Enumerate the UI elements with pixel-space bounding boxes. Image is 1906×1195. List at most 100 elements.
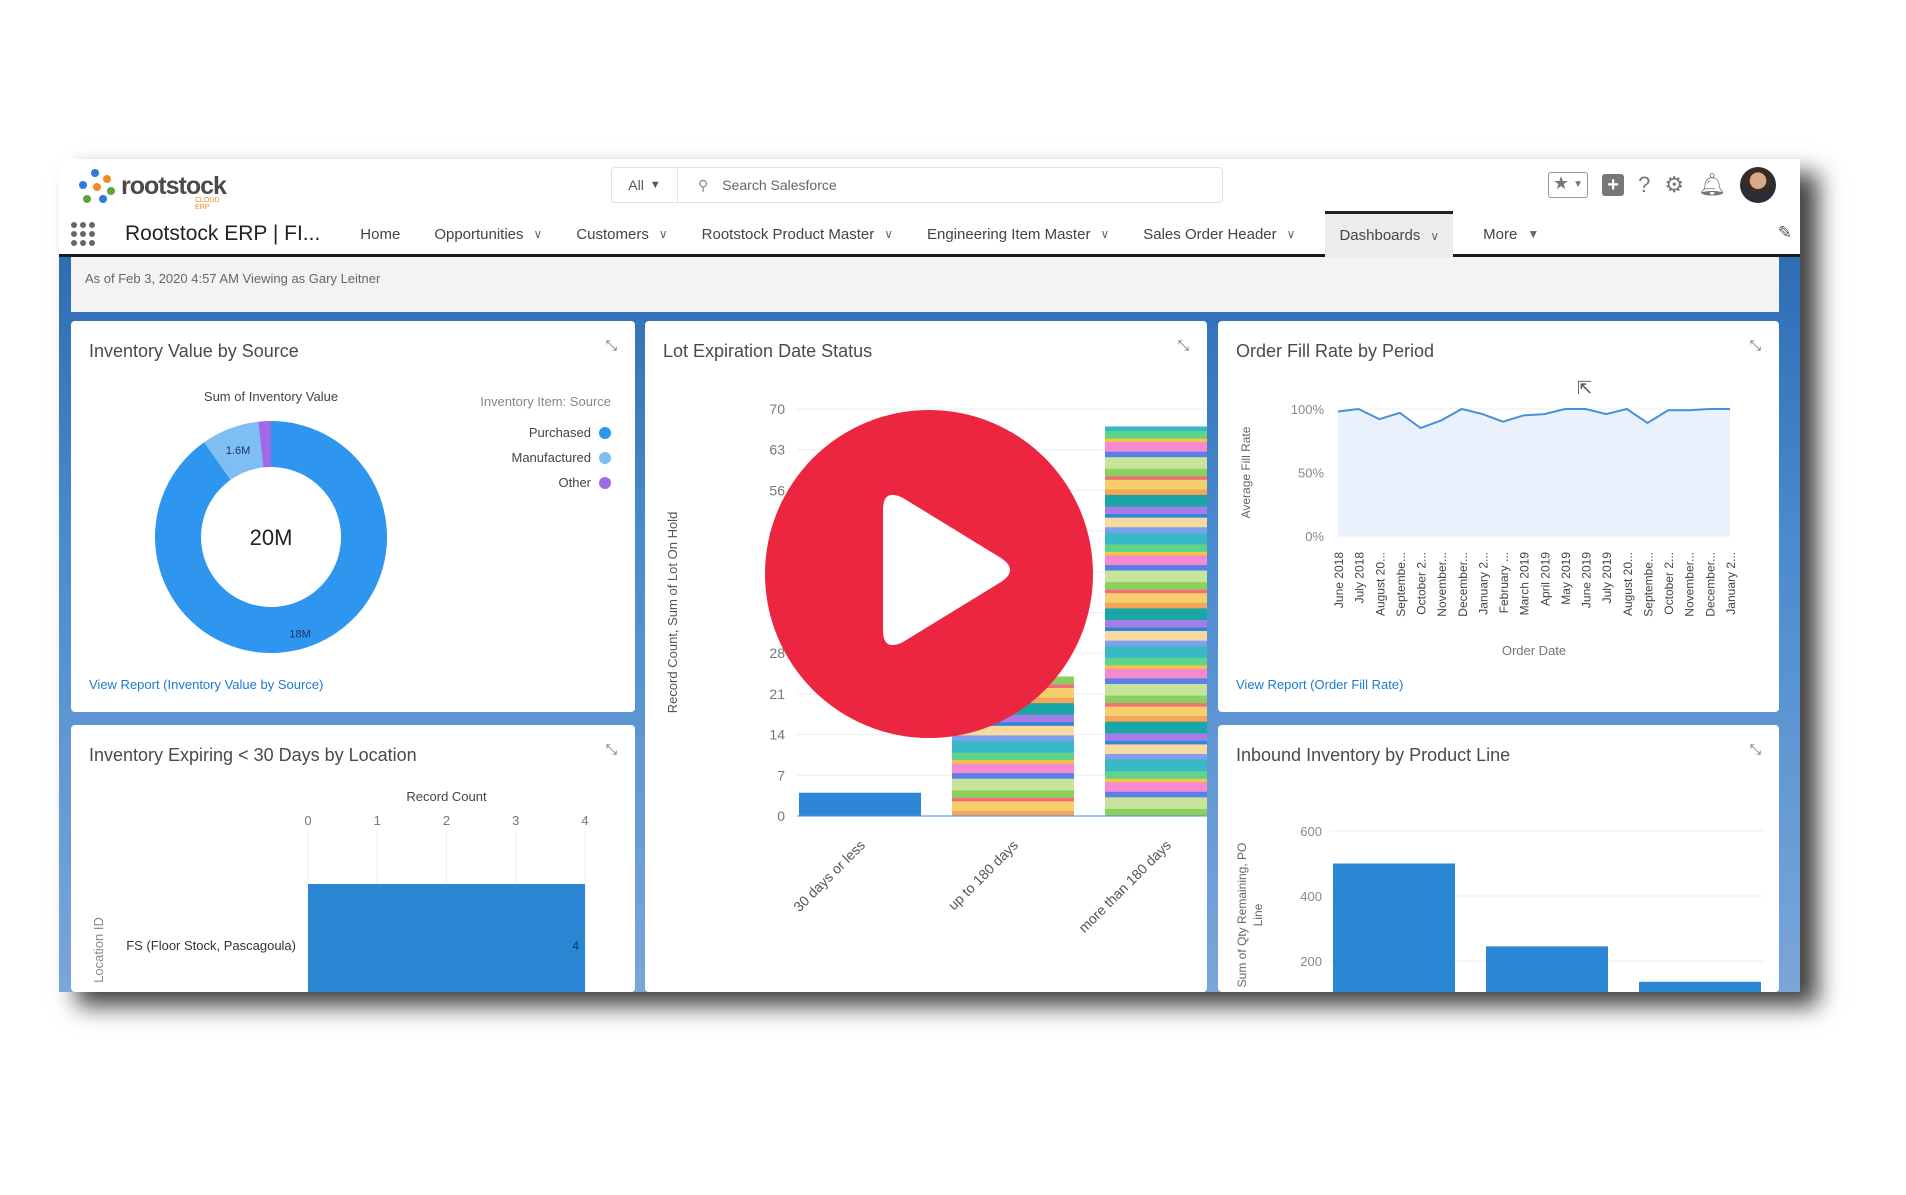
gear-icon[interactable]: ⚙ [1664, 172, 1684, 198]
bar-segment [1105, 695, 1207, 704]
legend-swatch [599, 452, 611, 464]
nav-item-dashboards[interactable]: Dashboards ∨ [1325, 211, 1454, 257]
bar-segment [1105, 564, 1207, 571]
bar-segment [799, 792, 921, 816]
card-expiring: Inventory Expiring < 30 Days by Location… [71, 725, 635, 992]
search-input[interactable]: Search Salesforce [722, 177, 836, 193]
bar [1639, 981, 1761, 992]
bar-segment [1105, 581, 1207, 590]
slice-data-label: 1.6M [226, 445, 250, 457]
bar-segment [1105, 475, 1207, 480]
bar-segment [952, 759, 1074, 764]
view-report-link[interactable]: View Report (Inventory Value by Source) [89, 677, 323, 692]
nav-item-customers[interactable]: Customers ∨ [572, 211, 671, 257]
app-launcher-icon[interactable] [71, 222, 97, 246]
x-tick-label: March 2019 [1518, 552, 1532, 616]
app-title: Rootstock ERP | FI... [125, 222, 321, 245]
bar-segment [1105, 494, 1207, 507]
legend-label: Manufactured [512, 450, 592, 465]
help-icon[interactable]: ? [1638, 172, 1650, 198]
bell-icon[interactable]: 🔔︎ [1698, 172, 1726, 198]
x-tick-label: July 2018 [1353, 552, 1367, 604]
bar-segment [952, 800, 1074, 811]
bar-segment [1105, 602, 1207, 609]
x-tick-label: up to 180 days [945, 837, 1021, 913]
nav-bar: Rootstock ERP | FI... Home Opportunities… [59, 211, 1800, 257]
donut-center-label: 20M [250, 525, 293, 550]
nav-label: Home [360, 225, 401, 243]
card-title: Lot Expiration Date Status [663, 341, 873, 361]
search-scope-dropdown[interactable]: All ▼ [612, 168, 678, 202]
card-title: Inventory Value by Source [89, 341, 299, 361]
bar-segment [1105, 715, 1207, 722]
bar-segment [1105, 668, 1207, 679]
bar-segment [952, 797, 1074, 802]
bar-segment [1105, 589, 1207, 594]
play-icon [883, 494, 1010, 646]
chevron-down-icon[interactable]: ∨ [659, 227, 668, 241]
x-tick-label: 1 [374, 813, 381, 828]
nav-item-home[interactable]: Home [356, 211, 404, 257]
bar-segment [952, 778, 1074, 791]
expand-icon[interactable]: ⤡ [606, 337, 617, 354]
nav-item-sales-order-header[interactable]: Sales Order Header ∨ [1139, 211, 1299, 257]
expand-icon[interactable]: ⤡ [1178, 337, 1189, 354]
chevron-down-icon[interactable]: ∨ [534, 227, 543, 241]
y-tick-label: 0 [777, 808, 785, 824]
chevron-down-icon[interactable]: ∨ [1287, 227, 1296, 241]
chevron-down-icon[interactable]: ∨ [1430, 229, 1439, 243]
chevron-down-icon[interactable]: ∨ [1100, 227, 1109, 241]
expand-icon[interactable]: ⤡ [606, 741, 617, 758]
rootstock-logo[interactable]: rootstock CLOUD ERP [77, 167, 227, 211]
bar-data-label: 4 [572, 939, 579, 953]
y-tick-label: 600 [1300, 824, 1322, 839]
bar-segment [1105, 743, 1207, 754]
nav-label: More [1483, 225, 1518, 243]
chevron-down-icon[interactable]: ∨ [884, 227, 893, 241]
view-report-link[interactable]: View Report (Order Fill Rate) [1236, 677, 1403, 692]
nav-item-rootstock-product-master[interactable]: Rootstock Product Master ∨ [698, 211, 897, 257]
bar-segment [952, 752, 1074, 761]
expand-icon[interactable]: ⤡ [1750, 337, 1761, 354]
bar [1486, 946, 1608, 992]
x-tick-label: 0 [304, 813, 311, 828]
expand-icon[interactable]: ⤡ [1750, 741, 1761, 758]
bar-segment [1105, 781, 1207, 792]
x-tick-label: October 2... [1662, 552, 1676, 615]
bar-segment [1105, 456, 1207, 469]
horizontal-bar-chart: Record Count 0 1 2 3 4 4 FS (Floor Stock, Pasca… [91, 789, 589, 992]
bar-segment [1105, 640, 1207, 647]
bar-segment [1105, 438, 1207, 443]
y-axis-label: Line [1251, 903, 1265, 926]
bar-segment [1105, 770, 1207, 779]
caret-down-icon[interactable]: ▼ [1527, 227, 1539, 241]
nav-item-engineering-item-master[interactable]: Engineering Item Master ∨ [923, 211, 1113, 257]
star-icon: ★ [1553, 173, 1570, 193]
x-tick-label: June 2019 [1580, 552, 1594, 608]
bar-segment [1105, 430, 1207, 439]
y-tick-label: 7 [777, 767, 785, 783]
bar-segment [952, 789, 1074, 798]
bar-segment [1105, 441, 1207, 452]
x-tick-label: Septembe... [1394, 552, 1408, 617]
global-search[interactable]: All ▼ ⚲ Search Salesforce [611, 167, 1223, 203]
card-inbound: Inbound Inventory by Product Line ⤡ 200 4… [1218, 725, 1779, 992]
y-axis-label: Sum of Qty Remaining, PO [1235, 843, 1249, 988]
bar-segment [952, 740, 1074, 753]
bar-segment [1105, 543, 1207, 552]
favorites-button[interactable]: ★ ▼ [1548, 172, 1589, 198]
bar-segment [1105, 702, 1207, 707]
add-icon[interactable]: + [1602, 174, 1625, 196]
nav-item-opportunities[interactable]: Opportunities ∨ [430, 211, 546, 257]
bar [1333, 863, 1455, 992]
video-play-button[interactable] [765, 410, 1093, 738]
edit-nav-pencil-icon[interactable]: ✎ [1778, 223, 1792, 243]
avatar[interactable] [1740, 167, 1776, 203]
x-axis-label: Order Date [1502, 643, 1566, 658]
logo-subtext: CLOUD ERP [195, 197, 220, 211]
bar-segment [1105, 664, 1207, 669]
as-of-text: As of Feb 3, 2020 4:57 AM Viewing as Gar… [85, 271, 381, 286]
caret-down-icon: ▼ [1573, 179, 1584, 190]
bar-segment [1105, 592, 1207, 603]
nav-item-more[interactable]: More ▼ [1479, 211, 1543, 257]
